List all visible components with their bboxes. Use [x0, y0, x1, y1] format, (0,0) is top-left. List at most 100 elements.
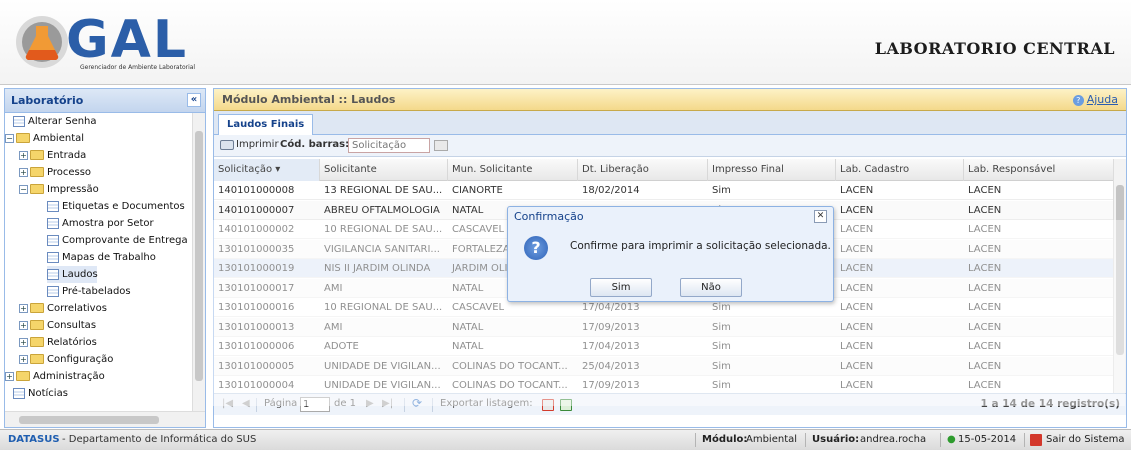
no-button[interactable]: Não	[680, 278, 742, 297]
sidebar-item-pre-tabelados[interactable]: Pré-tabelados	[47, 283, 131, 300]
expand-node-icon[interactable]: +	[19, 337, 28, 347]
logo-text: GAL	[66, 10, 189, 70]
scrollbar-thumb[interactable]	[19, 416, 159, 424]
sidebar-item-administracao[interactable]: + Administração	[5, 368, 105, 385]
collapse-sidebar-button[interactable]: «	[187, 93, 201, 107]
sidebar-item-alterar-senha[interactable]: Alterar Senha	[13, 113, 97, 130]
barcode-scan-icon[interactable]	[434, 140, 448, 151]
sidebar-item-label: Mapas de Trabalho	[62, 252, 156, 263]
table-cell: Sim	[712, 185, 731, 196]
sidebar-item-impressao[interactable]: − Impressão	[19, 181, 99, 198]
logout-icon[interactable]	[1030, 434, 1042, 446]
sidebar-item-laudos[interactable]: Laudos	[47, 266, 98, 283]
document-icon	[47, 251, 59, 263]
grid-header: Solicitação ▾ Solicitante Mun. Solicitan…	[214, 159, 1114, 181]
org-description: - Departamento de Informática do SUS	[62, 434, 257, 445]
help-link[interactable]: ? Ajuda	[1072, 93, 1118, 106]
app-header: GAL Gerenciador de Ambiente Laboratorial…	[0, 0, 1131, 85]
logout-link[interactable]: Sair do Sistema	[1046, 430, 1124, 450]
sidebar-item-relatorios[interactable]: + Relatórios	[19, 334, 97, 351]
sidebar-item-label: Consultas	[47, 320, 97, 331]
column-header-impresso-final[interactable]: Impresso Final	[708, 159, 836, 181]
folder-icon	[30, 337, 44, 347]
sidebar-title: Laboratório	[11, 94, 84, 107]
tab-strip: Laudos Finais	[214, 111, 1126, 135]
sidebar-item-configuracao[interactable]: + Configuração	[19, 351, 113, 368]
gal-logo: GAL Gerenciador de Ambiente Laboratorial	[14, 10, 224, 76]
grid-toolbar: Imprimir Cód. barras:	[214, 135, 1126, 157]
column-header-solicitacao[interactable]: Solicitação ▾	[214, 159, 320, 181]
expand-node-icon[interactable]: +	[19, 320, 28, 330]
logo-subtitle: Gerenciador de Ambiente Laboratorial	[80, 64, 196, 71]
sidebar-item-label: Etiquetas e Documentos	[62, 201, 185, 212]
table-cell: 140101000008	[218, 185, 295, 196]
sidebar-item-label: Relatórios	[47, 337, 97, 348]
current-date: 15-05-2014	[958, 434, 1017, 445]
document-icon	[47, 200, 59, 212]
table-cell: CIANORTE	[452, 185, 503, 196]
dialog-title: Confirmação	[514, 210, 584, 223]
sidebar-item-label: Comprovante de Entrega	[62, 235, 188, 246]
user-value: andrea.rocha	[860, 434, 927, 445]
folder-icon	[30, 150, 44, 160]
sidebar-item-consultas[interactable]: + Consultas	[19, 317, 96, 334]
expand-node-icon[interactable]: +	[19, 303, 28, 313]
separator	[940, 433, 941, 447]
sidebar-item-etiquetas[interactable]: Etiquetas e Documentos	[47, 198, 185, 215]
column-header-municipio[interactable]: Mun. Solicitante	[448, 159, 578, 181]
sidebar-item-mapas[interactable]: Mapas de Trabalho	[47, 249, 156, 266]
expand-node-icon[interactable]: +	[5, 371, 14, 381]
table-cell: LACEN	[840, 185, 874, 196]
collapse-node-icon[interactable]: −	[5, 133, 14, 143]
sidebar-item-comprovante[interactable]: Comprovante de Entrega	[47, 232, 188, 249]
scrollbar-thumb[interactable]	[195, 131, 203, 381]
table-cell: LACEN	[968, 185, 1002, 196]
column-header-dt-liberacao[interactable]: Dt. Liberação	[578, 159, 708, 181]
document-icon	[47, 268, 59, 280]
module-label: Módulo:	[702, 434, 748, 445]
sidebar-item-correlativos[interactable]: + Correlativos	[19, 300, 107, 317]
tab-laudos-finais[interactable]: Laudos Finais	[218, 114, 314, 135]
table-cell: 18/02/2014	[582, 185, 640, 196]
sidebar-item-label: Notícias	[28, 388, 68, 399]
sidebar-item-label: Ambiental	[33, 133, 85, 144]
status-bar: DATASUS - Departamento de Informática do…	[0, 429, 1131, 450]
sidebar-item-noticias[interactable]: Notícias	[13, 385, 68, 402]
separator	[1024, 433, 1025, 447]
sidebar-item-label: Administração	[33, 371, 105, 382]
sidebar-item-entrada[interactable]: + Entrada	[19, 147, 86, 164]
sidebar-item-label: Alterar Senha	[28, 116, 97, 127]
collapse-node-icon[interactable]: −	[19, 184, 28, 194]
sidebar-item-amostra-por-setor[interactable]: Amostra por Setor	[47, 215, 154, 232]
printer-icon[interactable]	[220, 140, 234, 150]
barcode-input[interactable]	[348, 138, 430, 153]
document-icon	[47, 285, 59, 297]
expand-node-icon[interactable]: +	[19, 167, 28, 177]
table-cell: LACEN	[840, 204, 874, 216]
yes-button[interactable]: Sim	[590, 278, 652, 297]
sidebar-header: Laboratório «	[5, 89, 205, 113]
column-header-solicitante[interactable]: Solicitante	[320, 159, 448, 181]
sidebar-horizontal-scrollbar[interactable]	[5, 411, 205, 427]
sidebar-vertical-scrollbar[interactable]	[192, 113, 205, 411]
navigation-tree: Alterar Senha − Ambiental + Entrada + Proce…	[5, 113, 193, 411]
expand-node-icon[interactable]: +	[19, 150, 28, 160]
question-icon: ?	[524, 236, 548, 260]
expand-node-icon[interactable]: +	[19, 354, 28, 364]
close-icon[interactable]: ✕	[814, 210, 827, 223]
separator	[805, 433, 806, 447]
online-status-icon: ●	[947, 434, 956, 445]
sidebar-item-label: Configuração	[47, 354, 114, 365]
sidebar-item-label: Amostra por Setor	[62, 218, 154, 229]
table-row[interactable]: 140101000008 13 REGIONAL DE SAU... CIANORT…	[214, 181, 1114, 200]
barcode-label: Cód. barras:	[280, 139, 350, 150]
print-button[interactable]: Imprimir	[236, 139, 279, 150]
sidebar-item-processo[interactable]: + Processo	[19, 164, 91, 181]
sidebar-item-ambiental[interactable]: − Ambiental	[5, 130, 84, 147]
folder-icon	[16, 371, 30, 381]
column-header-lab-responsavel[interactable]: Lab. Responsável	[964, 159, 1114, 181]
column-header-lab-cadastro[interactable]: Lab. Cadastro	[836, 159, 964, 181]
document-icon	[13, 115, 25, 127]
document-icon	[47, 217, 59, 229]
folder-icon	[30, 303, 44, 313]
